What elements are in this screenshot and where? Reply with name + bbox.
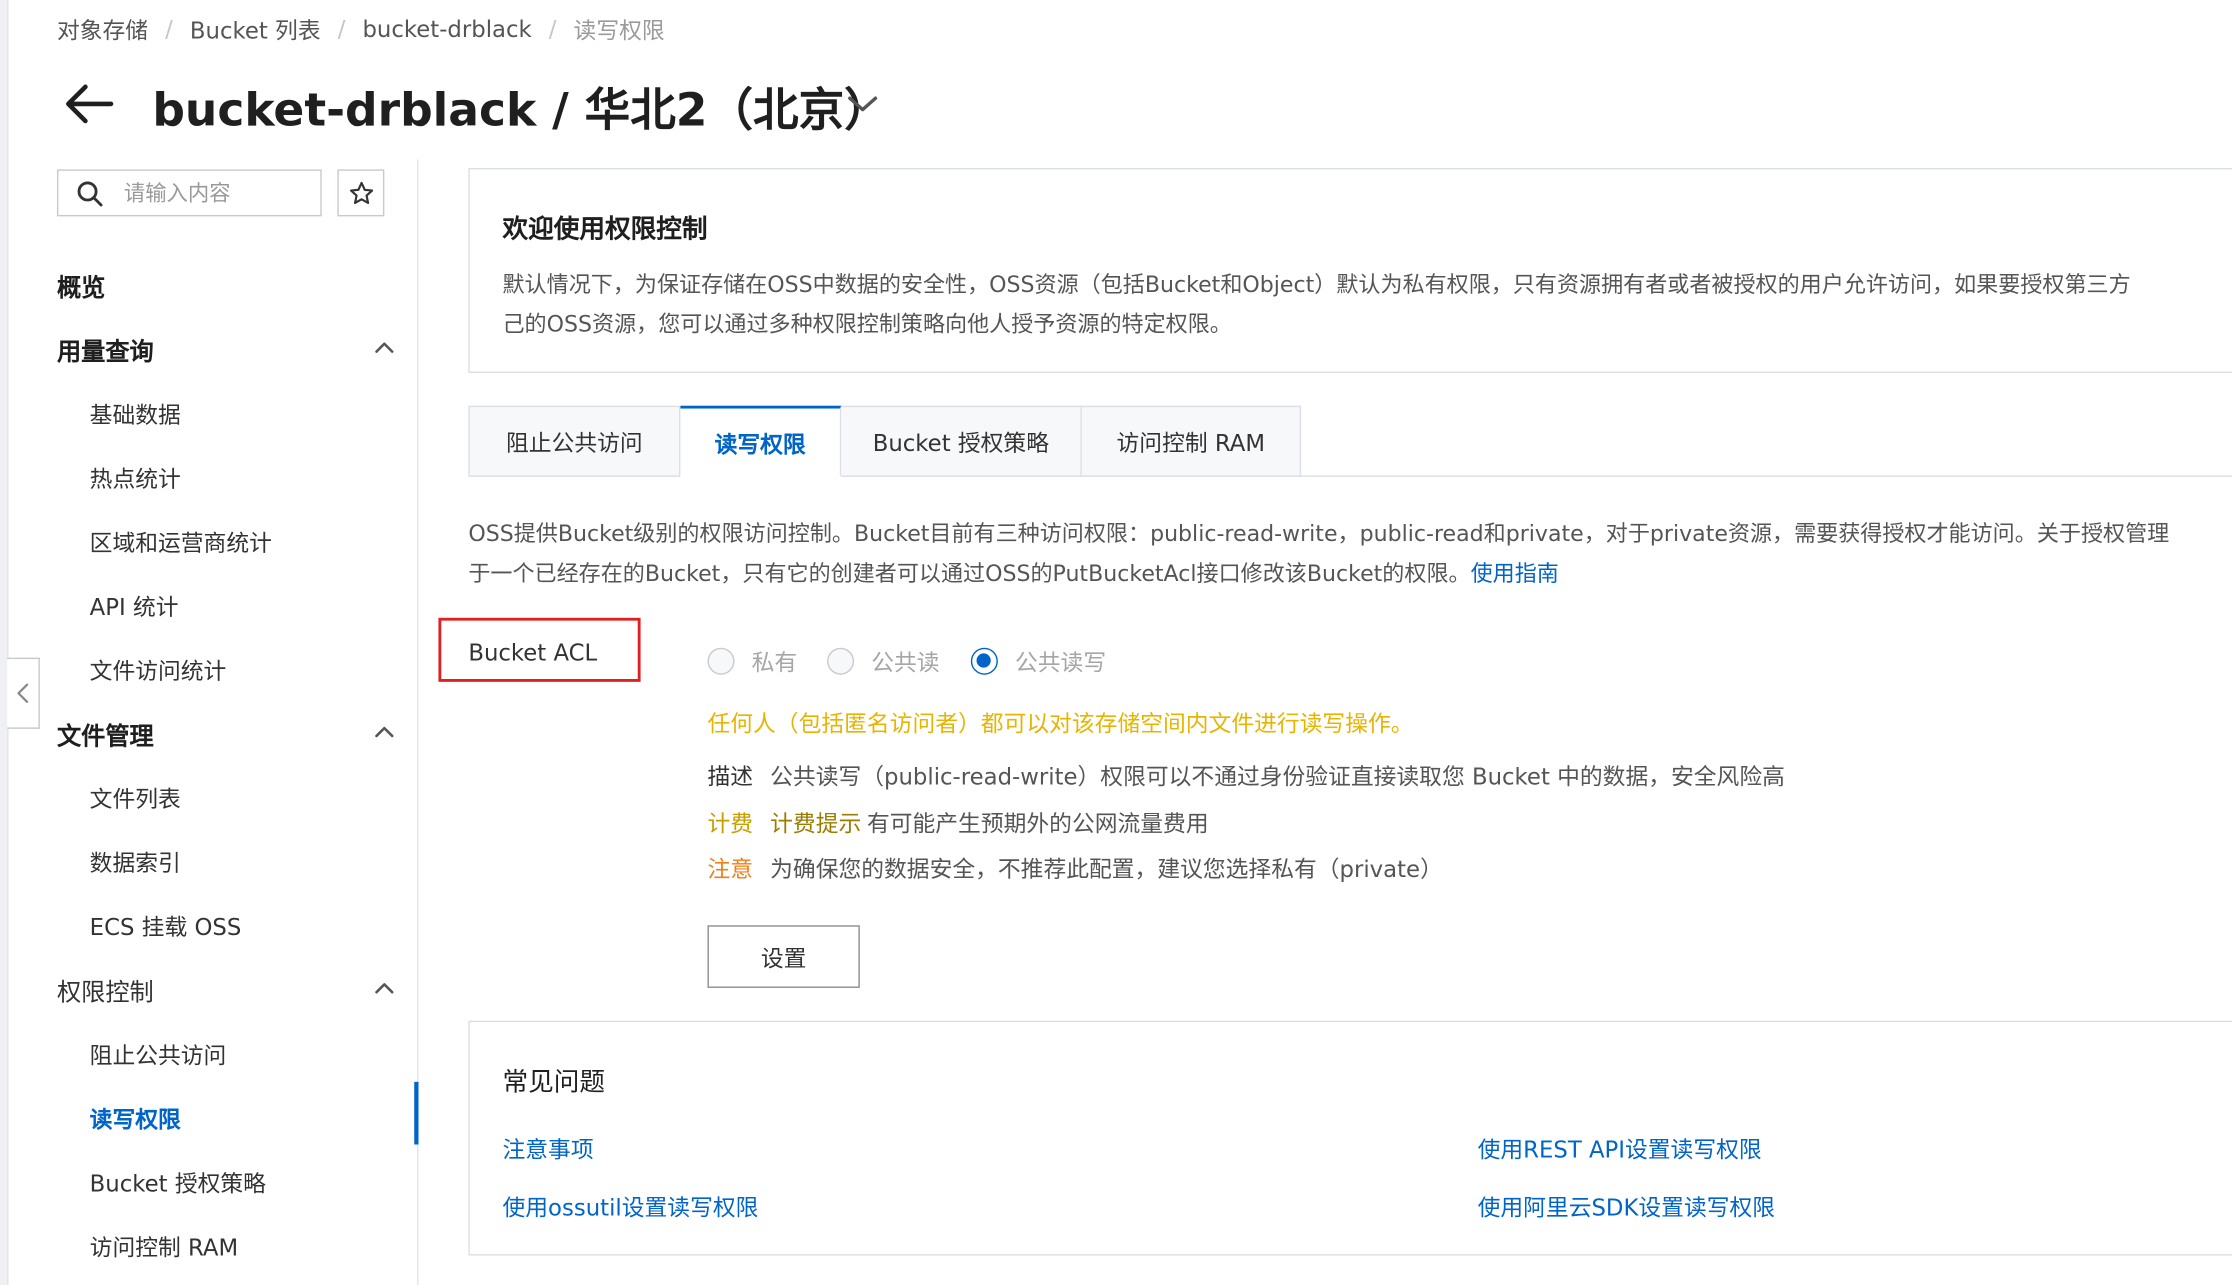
favorite-button[interactable] <box>337 169 385 217</box>
sidebar-item-basic-data[interactable]: 基础数据 <box>90 396 181 430</box>
sidebar-item-data-index[interactable]: 数据索引 <box>90 844 181 878</box>
usage-guide-link[interactable]: 使用指南 <box>1471 561 1559 587</box>
active-item-indicator <box>414 1081 419 1145</box>
breadcrumb: 对象存储 / Bucket 列表 / bucket-drblack / 读写权限 <box>57 11 665 45</box>
sidebar-item-read-write-permission[interactable]: 读写权限 <box>90 1100 181 1134</box>
sidebar-item-file-list[interactable]: 文件列表 <box>90 780 181 814</box>
tab-ram[interactable]: 访问控制 RAM <box>1081 405 1302 477</box>
chevron-up-icon[interactable] <box>374 981 394 995</box>
radio-public-read-label[interactable]: 公共读 <box>871 643 939 677</box>
back-arrow-icon[interactable] <box>63 83 114 126</box>
faq-link-ossutil[interactable]: 使用ossutil设置读写权限 <box>502 1189 758 1223</box>
note-text: 为确保您的数据安全，不推荐此配置，建议您选择私有（private） <box>770 855 1443 883</box>
welcome-text-line-1: 默认情况下，为保证存储在OSS中数据的安全性，OSS资源（包括Bucket和Ob… <box>502 271 2131 298</box>
breadcrumb-current: 读写权限 <box>573 17 665 45</box>
sidebar-item-block-public-access[interactable]: 阻止公共访问 <box>90 1036 227 1070</box>
sidebar-item-api-stats[interactable]: API 统计 <box>90 588 179 622</box>
chevron-left-icon <box>17 683 29 703</box>
tab-block-public-access[interactable]: 阻止公共访问 <box>468 405 681 477</box>
sidebar-group-access-control[interactable]: 权限控制 <box>57 972 154 1007</box>
billing-hint: 计费提示 <box>770 809 862 838</box>
sidebar-search <box>56 169 322 217</box>
sidebar-item-region-stats[interactable]: 区域和运营商统计 <box>90 524 272 558</box>
faq-link-sdk[interactable]: 使用阿里云SDK设置读写权限 <box>1478 1189 1775 1223</box>
sidebar-item-ecs-mount[interactable]: ECS 挂载 OSS <box>90 908 242 942</box>
sidebar-collapse-button[interactable] <box>7 657 40 729</box>
chevron-down-icon[interactable] <box>846 91 880 117</box>
radio-private[interactable] <box>707 646 735 675</box>
breadcrumb-separator: / <box>165 14 173 42</box>
acl-radio-group: 私有 公共读 公共读写 <box>707 643 1106 677</box>
welcome-title: 欢迎使用权限控制 <box>502 214 708 245</box>
sidebar-item-file-access-stats[interactable]: 文件访问统计 <box>90 652 227 686</box>
radio-public-read[interactable] <box>827 646 855 675</box>
breadcrumb-bucket-list[interactable]: Bucket 列表 <box>190 11 321 45</box>
breadcrumb-bucket[interactable]: bucket-drblack <box>362 15 531 42</box>
description-key: 描述 <box>707 762 754 791</box>
faq-title: 常见问题 <box>502 1067 605 1098</box>
sidebar-item-overview[interactable]: 概览 <box>57 268 105 303</box>
sidebar-group-usage[interactable]: 用量查询 <box>57 332 154 367</box>
chevron-up-icon[interactable] <box>374 725 394 739</box>
tabs-baseline <box>1299 475 2232 477</box>
faq-link-notes[interactable]: 注意事项 <box>502 1130 593 1164</box>
intro-text: 于一个已经存在的Bucket，只有它的创建者可以通过OSS的PutBucketA… <box>468 560 1471 587</box>
page-title: bucket-drblack / 华北2（北京） <box>152 82 890 137</box>
faq-link-rest-api[interactable]: 使用REST API设置读写权限 <box>1478 1130 1762 1164</box>
chevron-up-icon[interactable] <box>374 340 394 354</box>
billing-key: 计费 <box>707 809 754 838</box>
search-input[interactable] <box>123 180 309 206</box>
faq-card: 常见问题 注意事项 使用REST API设置读写权限 使用ossutil设置读写… <box>468 1020 2232 1256</box>
welcome-text-line-2: 己的OSS资源，您可以通过多种权限控制策略向他人授予资源的特定权限。 <box>502 311 1232 338</box>
sidebar-item-bucket-policy[interactable]: Bucket 授权策略 <box>90 1164 266 1198</box>
acl-description-row: 描述 公共读写（public-read-write）权限可以不通过身份验证直接读取… <box>707 757 1784 791</box>
sidebar-item-ram[interactable]: 访问控制 RAM <box>90 1228 238 1262</box>
intro-text-line-2: 于一个已经存在的Bucket，只有它的创建者可以通过OSS的PutBucketA… <box>468 557 1559 588</box>
radio-public-read-write-label[interactable]: 公共读写 <box>1015 643 1106 677</box>
acl-billing-row: 计费 计费提示 有可能产生预期外的公网流量费用 <box>707 804 1208 838</box>
browser-side-edge <box>0 0 9 1285</box>
note-key: 注意 <box>707 855 754 883</box>
sidebar-group-file-management[interactable]: 文件管理 <box>57 716 154 751</box>
bucket-acl-label: Bucket ACL <box>468 639 598 667</box>
tab-read-write-permission[interactable]: 读写权限 <box>680 405 842 477</box>
intro-text-line-1: OSS提供Bucket级别的权限访问控制。Bucket目前有三种访问权限：pub… <box>468 521 2170 547</box>
search-icon <box>77 180 103 206</box>
sidebar-item-hotspot-stats[interactable]: 热点统计 <box>90 460 181 494</box>
radio-private-label[interactable]: 私有 <box>752 643 798 677</box>
radio-public-read-write[interactable] <box>970 646 998 675</box>
set-button[interactable]: 设置 <box>707 925 860 988</box>
breadcrumb-separator: / <box>337 14 346 42</box>
breadcrumb-separator: / <box>548 14 557 42</box>
welcome-card: 欢迎使用权限控制 默认情况下，为保证存储在OSS中数据的安全性，OSS资源（包括… <box>468 167 2232 373</box>
star-icon <box>349 181 373 204</box>
tab-bucket-policy[interactable]: Bucket 授权策略 <box>841 405 1082 477</box>
breadcrumb-oss[interactable]: 对象存储 <box>57 11 148 45</box>
acl-warning: 任何人（包括匿名访问者）都可以对该存储空间内文件进行读写操作。 <box>707 710 1414 738</box>
description-text: 公共读写（public-read-write）权限可以不通过身份验证直接读取您 … <box>770 762 1785 791</box>
billing-text: 有可能产生预期外的公网流量费用 <box>866 809 1209 838</box>
acl-note-row: 注意 为确保您的数据安全，不推荐此配置，建议您选择私有（private） <box>707 850 1442 884</box>
permission-tabs: 阻止公共访问 读写权限 Bucket 授权策略 访问控制 RAM <box>468 405 1302 477</box>
